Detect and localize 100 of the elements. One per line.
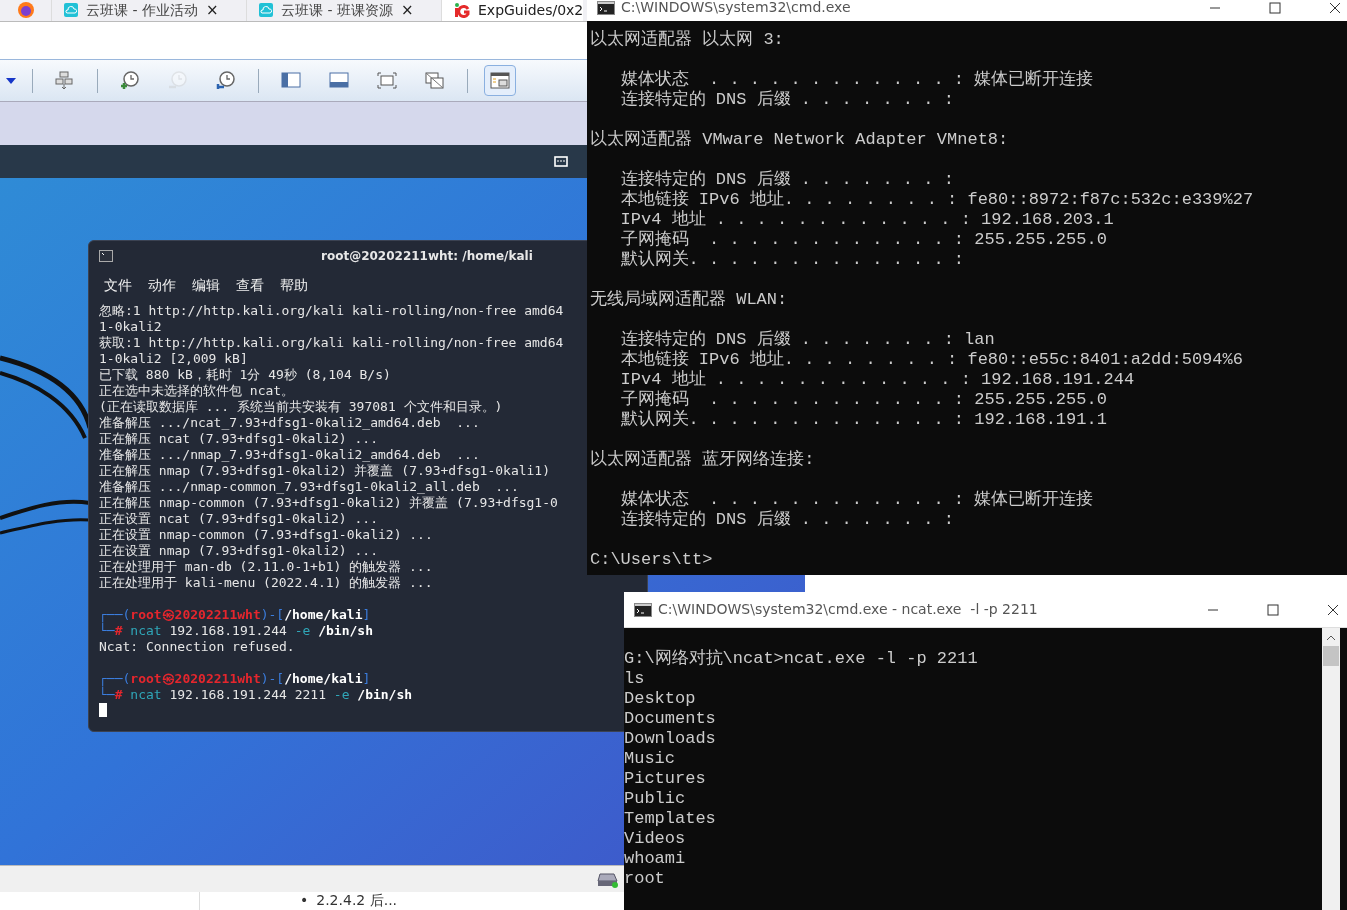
terminal-line: 1-0kali2 <box>99 319 162 335</box>
console-line: 以太网适配器 VMware Network Adapter VMnet8: <box>590 130 1009 150</box>
menu-item[interactable]: 帮助 <box>280 274 308 296</box>
terminal-line: 正在处理用于 man-db (2.11.0-1+b1) 的触发器 ... <box>99 559 433 575</box>
cloud-icon <box>259 3 273 17</box>
prompt-text: /bin/sh <box>356 687 413 703</box>
terminal-line: 正在解压 ncat (7.93+dfsg1-0kali2) ... <box>99 431 378 447</box>
console-icon <box>634 602 652 617</box>
console-line: 连接特定的 DNS 后缀 . . . . . . . : <box>619 510 954 530</box>
maximize-icon[interactable] <box>1269 1 1281 14</box>
console-line: IPv4 地址 . . . . . . . . . . . . : 192.168.191.244 <box>619 370 1135 390</box>
console-line: Desktop <box>624 689 696 709</box>
console-line: ls <box>624 669 645 689</box>
terminal-line: 准备解压 .../ncat_7.93+dfsg1-0kali2_amd64.deb ... <box>99 415 480 431</box>
terminal-line: 正在设置 ncat (7.93+dfsg1-0kali2) ... <box>99 511 378 527</box>
hard-disk-icon <box>597 870 619 888</box>
browser-tab[interactable]: 云班课 - 作业活动 × <box>52 0 247 21</box>
prompt-text: -e <box>332 687 350 703</box>
prompt-text: ┌──( <box>99 607 131 623</box>
browser-tab[interactable]: ExpGuides/0x2 <box>442 0 584 21</box>
console-line: 连接特定的 DNS 后缀 . . . . . . . : <box>619 90 954 110</box>
tab-close[interactable]: × <box>205 0 219 22</box>
prompt-text: # <box>114 623 123 639</box>
prompt-text: )-[ <box>260 607 285 623</box>
console-line: 本地链接 IPv6 地址. . . . . . . . : fe80::e55c:8401:a2dd:5094%6 <box>619 350 1243 370</box>
browser-tab[interactable]: 云班课 - 班课资源 × <box>247 0 442 21</box>
list-item-text: 2.2.4.2 后... <box>316 892 398 908</box>
terminal-line: 1-0kali2 [2,009 kB] <box>99 351 248 367</box>
prompt-text: 192.168.191.244 <box>168 623 287 639</box>
clock-wrench-icon <box>215 70 237 91</box>
console-line: 连接特定的 DNS 后缀 . . . . . . . : <box>619 170 954 190</box>
prompt-text: /home/kali <box>284 671 363 687</box>
terminal-line: 正在解压 nmap (7.93+dfsg1-0kali2) 并覆盖 (7.93+dfsg1-0kali1) <box>99 463 551 479</box>
site-logo-icon <box>454 2 470 18</box>
console-line: whoami <box>624 849 686 869</box>
close-icon[interactable] <box>1327 603 1339 616</box>
cloud-icon <box>64 3 78 17</box>
terminal-line: 正在解压 nmap-common (7.93+dfsg1-0kali2) 并覆盖 (7.93+dfsg1-0 <box>99 495 558 511</box>
scroll-thumb[interactable] <box>1323 646 1339 666</box>
menu-item[interactable]: 编辑 <box>192 274 220 296</box>
console-line: 本地链接 IPv6 地址. . . . . . . . : fe80::8972:f87c:532c:e339%27 <box>619 190 1254 210</box>
menu-item[interactable]: 动作 <box>148 274 176 296</box>
console-line: 连接特定的 DNS 后缀 . . . . . . . : lan <box>619 330 995 350</box>
terminal-line: 正在设置 nmap-common (7.93+dfsg1-0kali2) ... <box>99 527 433 543</box>
window-title: root@20202211wht: /home/kali <box>321 248 533 265</box>
prompt-text: └─ <box>99 687 115 703</box>
list-bullet: • <box>300 892 309 908</box>
prompt-text: 192.168.191.244 2211 <box>168 687 326 703</box>
close-icon[interactable] <box>1329 1 1341 14</box>
caret-icon[interactable] <box>6 77 16 84</box>
toolbar-button[interactable] <box>484 65 516 96</box>
maximize-icon[interactable] <box>1267 603 1279 616</box>
console-line: Music <box>624 749 675 769</box>
terminal-line: 准备解压 .../nmap-common_7.93+dfsg1-0kali2_all.deb ... <box>99 479 519 495</box>
scrollbar[interactable] <box>1322 628 1340 910</box>
prompt-text: root㉿20202211wht <box>130 607 261 623</box>
console-line: 子网掩码 . . . . . . . . . . . . : 255.255.255.0 <box>619 230 1107 250</box>
window-view-icon <box>489 70 511 91</box>
browser-logo-icon[interactable] <box>16 1 35 19</box>
send-keys-icon <box>54 70 76 91</box>
prompt-text: ] <box>362 671 371 687</box>
menu-item[interactable]: 查看 <box>236 274 264 296</box>
cursor-block <box>99 703 107 717</box>
prompt-text: /bin/sh <box>317 623 373 639</box>
sidebar-view-icon <box>280 70 302 91</box>
window-title: C:\WINDOWS\system32\cmd.exe <box>621 0 851 17</box>
menu-item[interactable]: 文件 <box>104 274 132 296</box>
terminal-line: 已下载 880 kB，耗时 1分 49秒 (8,104 B/s) <box>99 367 391 383</box>
terminal-line: 正在选中未选择的软件包 ncat。 <box>99 383 295 399</box>
prompt-text: ┌──( <box>99 671 131 687</box>
terminal-line: Ncat: Connection refused. <box>99 639 295 655</box>
console-line: Documents <box>624 709 716 729</box>
console-line: Videos <box>624 829 686 849</box>
prompt-text: ncat <box>129 687 162 703</box>
prompt-text: ncat <box>129 623 162 639</box>
prompt-text: root㉿20202211wht <box>130 671 261 687</box>
console-line: 以太网适配器 以太网 3: <box>590 30 784 50</box>
console-line: root <box>624 869 665 889</box>
network-icon <box>554 155 568 168</box>
console-line: Public <box>624 789 686 809</box>
prompt-text: -e <box>293 623 311 639</box>
tab-close[interactable]: × <box>400 0 414 22</box>
prompt-text: /home/kali <box>284 607 363 623</box>
console-line: Pictures <box>624 769 706 789</box>
terminal-line: 忽略:1 http://http.kali.org/kali kali-rolling/non-free amd64 <box>99 303 564 319</box>
clock-plus-icon <box>119 70 141 91</box>
terminal-line: 正在处理用于 kali-menu (2022.4.1) 的触发器 ... <box>99 575 433 591</box>
terminal-line: 准备解压 .../nmap_7.93+dfsg1-0kali2_amd64.deb ... <box>99 447 480 463</box>
console-line: 默认网关. . . . . . . . . . . . . : <box>619 250 965 270</box>
fullscreen-icon <box>376 70 398 91</box>
console-line: 无线局域网适配器 WLAN: <box>590 290 788 310</box>
prompt-text: )-[ <box>260 671 285 687</box>
console-line: Downloads <box>624 729 716 749</box>
stacked-windows-icon <box>424 70 446 91</box>
terminal-line: (正在读取数据库 ... 系统当前共安装有 397081 个文件和目录。) <box>99 399 503 415</box>
console-line: G:\网络对抗\ncat>ncat.exe -l -p 2211 <box>624 649 978 669</box>
terminal-icon <box>99 250 113 262</box>
console-line: 默认网关. . . . . . . . . . . . . : 192.168.191.1 <box>619 410 1107 430</box>
console-line: 媒体状态 . . . . . . . . . . . . : 媒体已断开连接 <box>619 70 1094 89</box>
terminal-line: 正在设置 nmap (7.93+dfsg1-0kali2) ... <box>99 543 378 559</box>
